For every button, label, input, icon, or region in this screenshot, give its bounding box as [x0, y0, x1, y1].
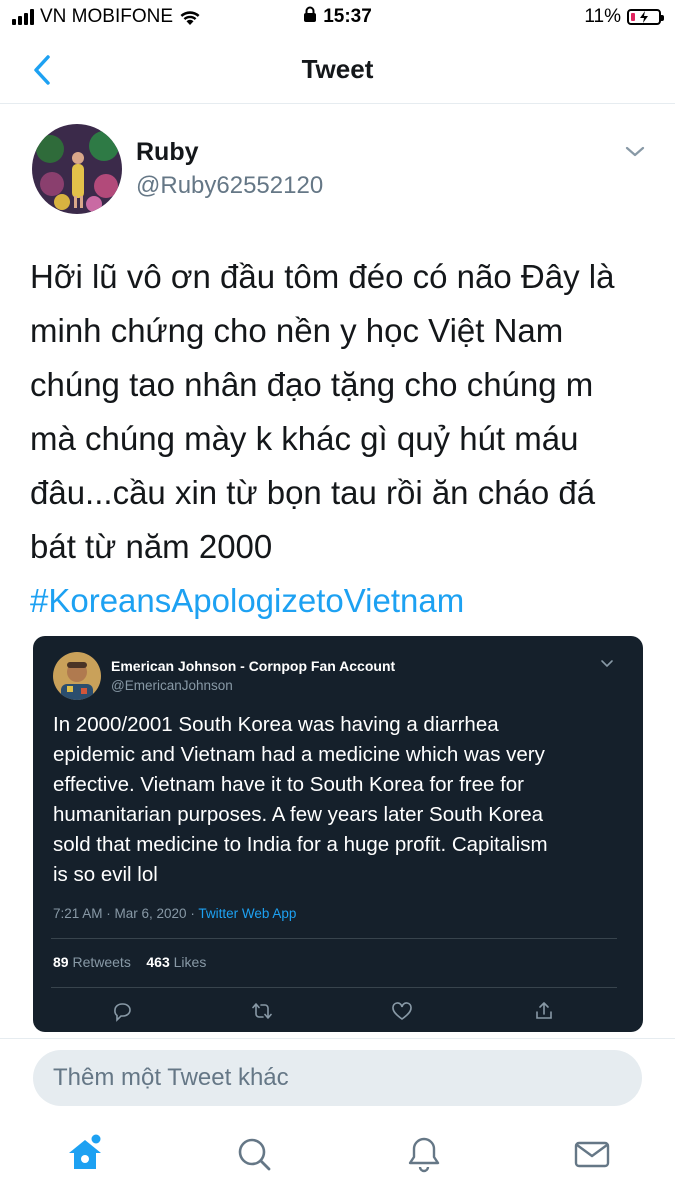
embedded-time: 7:21 AM · Mar 6, 2020 ·: [53, 906, 199, 921]
tab-messages[interactable]: [572, 1134, 612, 1174]
status-bar: VN MOBIFONE 15:37 11%: [0, 0, 675, 36]
divider: [0, 1038, 675, 1039]
tweet-text-line: minh chứng cho nền y học Việt Nam: [30, 312, 564, 349]
chevron-down-icon: [601, 660, 613, 668]
chevron-down-icon: [625, 146, 645, 157]
embedded-text-line: effective. Vietnam have it to South Kore…: [53, 773, 525, 796]
search-icon: [238, 1138, 271, 1171]
embedded-tweet-image[interactable]: Emerican Johnson - Cornpop Fan Account @…: [33, 636, 643, 1032]
battery-icon: [627, 9, 664, 25]
embedded-text-line: epidemic and Vietnam had a medicine whic…: [53, 743, 545, 766]
embedded-actions: [33, 1000, 643, 1024]
embedded-avatar: [53, 652, 101, 700]
tweet-text-line: mà chúng mày k khác gì quỷ hút máu: [30, 420, 579, 457]
embedded-text-line: In 2000/2001 South Korea was having a di…: [53, 713, 499, 736]
embedded-stats: 89 Retweets 463 Likes: [53, 954, 206, 970]
embedded-timestamp: 7:21 AM · Mar 6, 2020 · Twitter Web App: [53, 906, 296, 921]
reply-icon: [114, 1003, 131, 1022]
heart-icon: [392, 1002, 412, 1020]
embedded-author-handle: @EmericanJohnson: [111, 678, 233, 693]
bell-icon: [408, 1137, 440, 1173]
nav-header: Tweet: [0, 36, 675, 104]
tweet-text: Hỡi lũ vô ơn đầu tôm đéo có não Đây là m…: [30, 250, 660, 628]
tweet-text-line: bát từ năm 2000: [30, 528, 273, 565]
share-icon: [536, 1002, 552, 1019]
embedded-text-line: sold that medicine to India for a huge p…: [53, 833, 548, 856]
embedded-via: Twitter Web App: [198, 906, 297, 921]
mail-icon: [574, 1141, 610, 1168]
embedded-author-name: Emerican Johnson - Cornpop Fan Account: [111, 658, 396, 674]
tab-search[interactable]: [234, 1134, 274, 1174]
hashtag-link[interactable]: #KoreansApologizetoVietnam: [30, 574, 660, 628]
likes-count: 463: [146, 954, 170, 970]
lock-icon: [304, 6, 317, 22]
home-icon: [69, 1134, 101, 1169]
retweets-label: Retweets: [68, 954, 131, 970]
tab-notifications[interactable]: [404, 1134, 444, 1174]
page-title: Tweet: [301, 54, 374, 84]
retweets-count: 89: [53, 954, 69, 970]
embedded-text-line: is so evil lol: [53, 863, 158, 886]
tab-home[interactable]: [65, 1134, 105, 1174]
tweet-text-line: Hỡi lũ vô ơn đầu tôm đéo có não Đây là: [30, 258, 615, 295]
retweet-icon: [252, 1003, 272, 1019]
embedded-tweet-text: In 2000/2001 South Korea was having a di…: [53, 710, 633, 890]
status-time-group: 15:37: [0, 6, 675, 28]
tweet-options-button[interactable]: [620, 140, 650, 164]
tab-bar: [0, 1118, 675, 1200]
author-name[interactable]: Ruby: [136, 138, 199, 167]
divider: [51, 938, 617, 939]
author-handle[interactable]: @Ruby62552120: [136, 172, 323, 200]
divider: [51, 987, 617, 988]
battery-percent: 11%: [584, 6, 621, 27]
reply-input[interactable]: [33, 1050, 642, 1106]
embedded-text-line: humanitarian purposes. A few years later…: [53, 803, 544, 826]
status-time: 15:37: [323, 6, 372, 27]
avatar[interactable]: [32, 124, 122, 214]
likes-label: Likes: [169, 954, 207, 970]
tweet-text-line: đâu...cầu xin từ bọn tau rồi ăn cháo đá: [30, 474, 596, 511]
status-right: 11%: [584, 6, 664, 28]
tweet-text-line: chúng tao nhân đạo tặng cho chúng m: [30, 366, 594, 403]
